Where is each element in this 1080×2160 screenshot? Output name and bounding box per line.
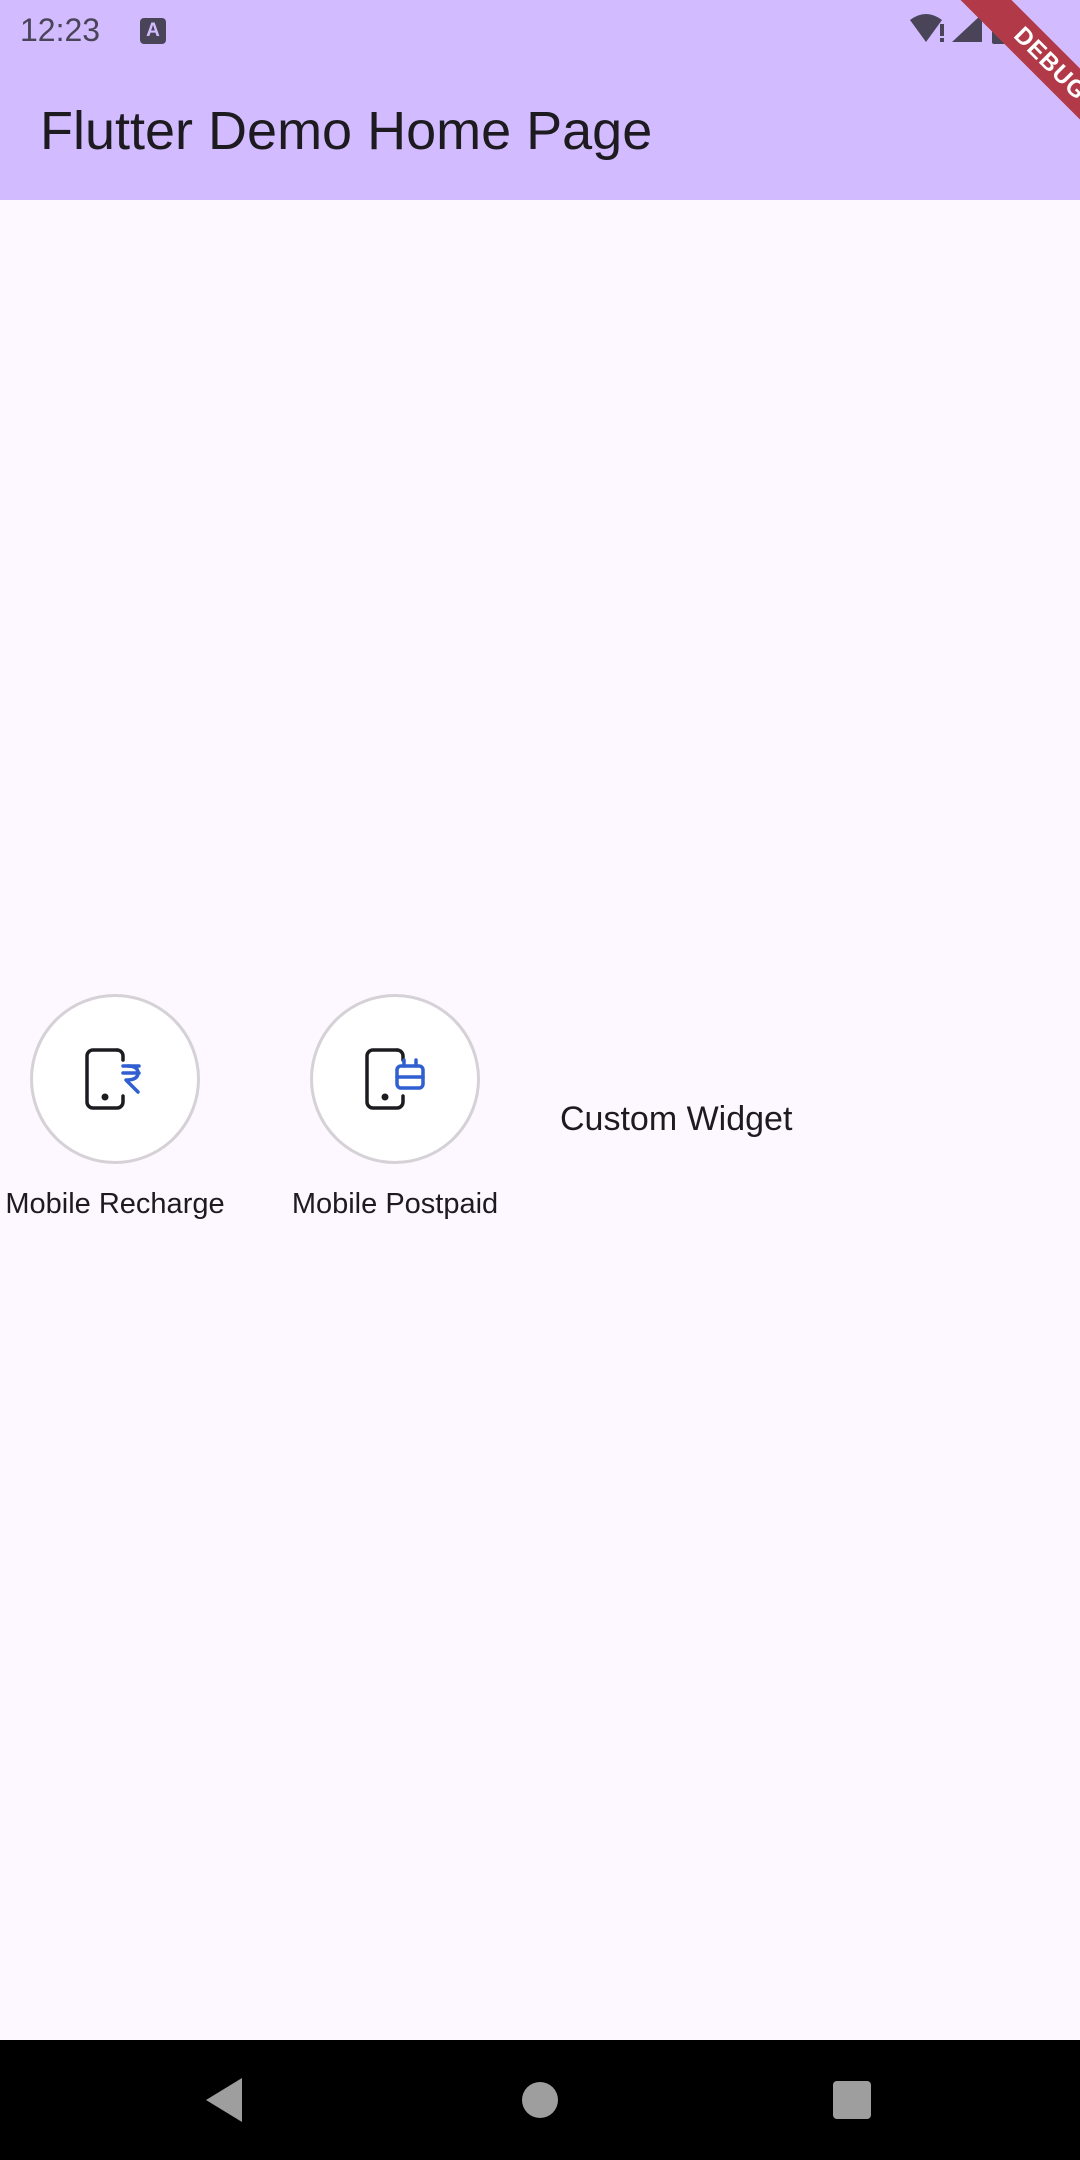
mobile-recharge-circle[interactable] (30, 994, 200, 1164)
system-nav-bar (0, 2040, 1080, 2160)
battery-icon (992, 14, 1008, 44)
app-bar: Flutter Demo Home Page (0, 62, 1080, 200)
page-title: Flutter Demo Home Page (40, 101, 653, 161)
mobile-recharge-item[interactable]: Mobile Recharge (0, 994, 240, 1221)
mobile-postpaid-item[interactable]: Mobile Postpaid (270, 994, 520, 1221)
custom-widget-text: Custom Widget (560, 1100, 793, 1138)
keyboard-indicator-icon: A (140, 18, 166, 44)
mobile-rupee-icon (85, 1048, 141, 1110)
signal-icon (952, 14, 982, 42)
recents-icon[interactable] (822, 2070, 882, 2130)
mobile-postpaid-circle[interactable] (310, 994, 480, 1164)
status-icons (910, 14, 1008, 44)
mobile-bill-icon (365, 1048, 425, 1110)
mobile-recharge-label: Mobile Recharge (5, 1188, 225, 1220)
status-time: 12:23 (20, 12, 101, 48)
status-bar: 12:23 A (0, 0, 1080, 62)
back-icon[interactable] (196, 2070, 256, 2130)
wifi-alert-icon (910, 14, 944, 42)
mobile-postpaid-label: Mobile Postpaid (291, 1188, 499, 1220)
home-icon[interactable] (510, 2070, 570, 2130)
